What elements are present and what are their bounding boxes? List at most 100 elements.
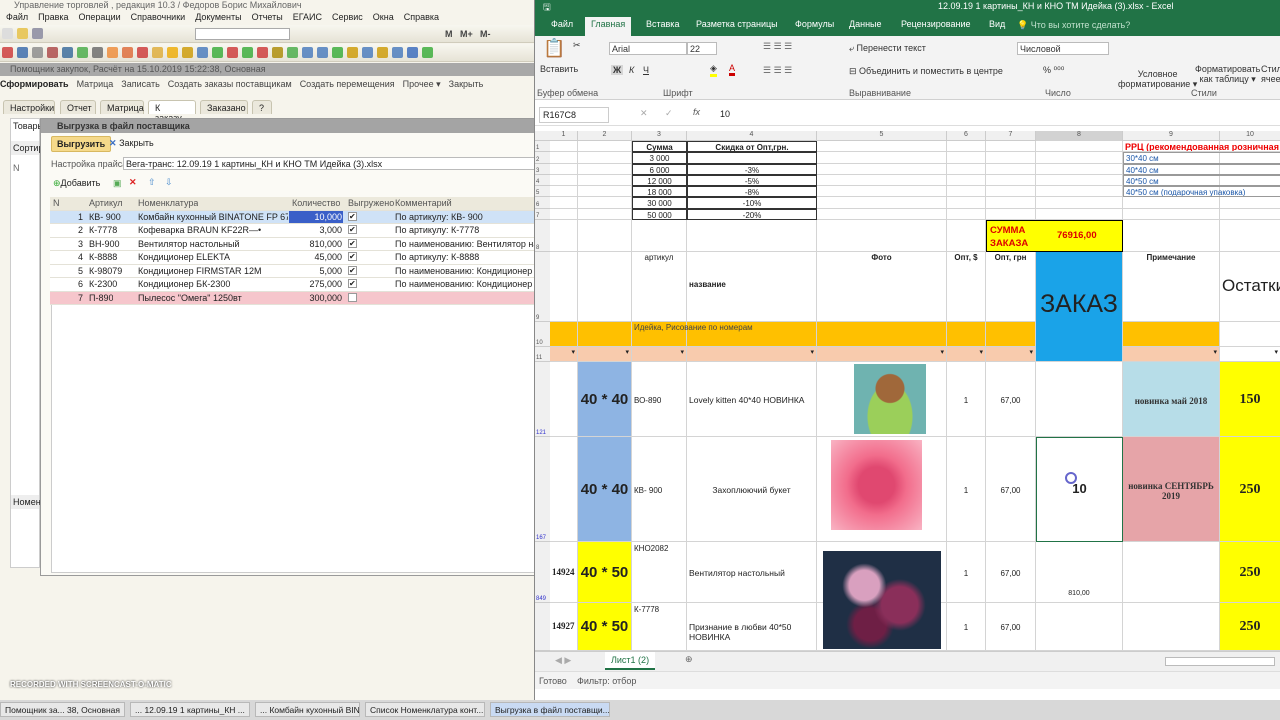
- cell[interactable]: -3%: [687, 164, 817, 175]
- cell-styles-button[interactable]: Стил ячее: [1261, 64, 1280, 84]
- uah-cell[interactable]: 67,00: [986, 362, 1036, 437]
- row-header[interactable]: 3: [535, 164, 550, 175]
- toolbar-icon[interactable]: [332, 47, 343, 58]
- column-header[interactable]: 5: [817, 131, 947, 141]
- ribbon-tab-7[interactable]: Вид: [983, 17, 1011, 36]
- usd-cell[interactable]: 1: [947, 437, 986, 542]
- stock-cell[interactable]: 150: [1220, 362, 1280, 437]
- cell[interactable]: артикул: [632, 252, 687, 322]
- format-as-table-button[interactable]: Форматировать как таблицу ▾: [1195, 64, 1260, 85]
- underline-button[interactable]: Ч: [643, 65, 649, 75]
- toolbar-icon[interactable]: [137, 47, 148, 58]
- fx-icon[interactable]: fx: [693, 107, 700, 117]
- tab-3[interactable]: К заказу: [148, 100, 196, 123]
- order-cell[interactable]: 810,00: [1036, 542, 1123, 603]
- toolbar-icon[interactable]: [182, 47, 193, 58]
- row-header[interactable]: 121: [535, 362, 550, 437]
- article-cell[interactable]: КВ- 900: [632, 437, 687, 542]
- cell[interactable]: -8%: [687, 186, 817, 197]
- cell[interactable]: название: [687, 252, 817, 322]
- toolbar-icon[interactable]: [362, 47, 373, 58]
- toolbar-icon[interactable]: [62, 47, 73, 58]
- column-header[interactable]: Выгружено: [348, 198, 394, 208]
- cell[interactable]: 3 000: [632, 152, 687, 164]
- name-cell[interactable]: Вентилятор настольный: [687, 542, 817, 603]
- table-row[interactable]: 3 ВН-900 Вентилятор настольный 810,000 ✔ По н…: [50, 237, 540, 251]
- size-cell[interactable]: 40 * 50: [578, 603, 632, 651]
- tab-1[interactable]: Отчет: [60, 100, 96, 114]
- ribbon-tab-2[interactable]: Вставка: [640, 17, 685, 36]
- filter-button[interactable]: ▾: [632, 347, 687, 362]
- id-cell[interactable]: 14924: [550, 542, 578, 603]
- delete-icon[interactable]: ✕: [129, 177, 137, 188]
- table-row[interactable]: 1 КВ- 900 Комбайн кухонный BINATONE FP 67 1…: [50, 210, 540, 224]
- note-cell[interactable]: новинка СЕНТЯБРЬ 2019: [1123, 437, 1220, 542]
- taskbar-item[interactable]: Помощник за... 38, Основная: [0, 702, 125, 717]
- rrc-title[interactable]: РРЦ (рекомендованная розничная: [1123, 141, 1280, 152]
- align-top-icon[interactable]: ☰ ☰ ☰: [763, 41, 792, 52]
- paste-button[interactable]: Вставить: [540, 64, 578, 74]
- quantity-cell[interactable]: 300,000: [289, 292, 343, 304]
- command-5[interactable]: Прочее ▾: [403, 79, 441, 89]
- cell[interactable]: -5%: [687, 175, 817, 186]
- toolbar-icon[interactable]: [407, 47, 418, 58]
- table-row[interactable]: 2 К-7778 Кофеварка BRAUN KF22R—• 3,000 ✔ По а…: [50, 224, 540, 238]
- m-minus-button[interactable]: M-: [480, 29, 491, 39]
- cell[interactable]: 30 000: [632, 197, 687, 209]
- toolbar-icon[interactable]: [122, 47, 133, 58]
- fill-color-icon[interactable]: ◈: [710, 63, 717, 77]
- taskbar-item[interactable]: Список Номенклатура конт...: [365, 702, 485, 717]
- column-header[interactable]: 9: [1123, 131, 1220, 141]
- m-plus-button[interactable]: M+: [460, 29, 473, 39]
- cell[interactable]: 6 000: [632, 164, 687, 175]
- exported-checkbox[interactable]: ✔: [348, 265, 357, 275]
- merge-button[interactable]: ⊟ Объединить и поместить в центре: [849, 66, 1003, 77]
- cut-icon[interactable]: ✂: [573, 40, 581, 51]
- uah-cell[interactable]: 67,00: [986, 542, 1036, 603]
- note-cell[interactable]: новинка май 2018: [1123, 362, 1220, 437]
- copy-icon[interactable]: ▣: [113, 178, 122, 189]
- toolbar-icon[interactable]: [167, 47, 178, 58]
- row-header[interactable]: [535, 603, 550, 651]
- enter-icon[interactable]: ✓: [665, 108, 673, 119]
- font-color-icon[interactable]: A: [729, 63, 736, 76]
- exported-checkbox[interactable]: [348, 292, 357, 302]
- order-header[interactable]: ЗАКАЗ: [1036, 252, 1123, 362]
- column-header[interactable]: 4: [687, 131, 817, 141]
- quantity-cell[interactable]: 45,000: [289, 251, 343, 263]
- menu-item[interactable]: Правка: [38, 12, 68, 22]
- toolbar-icon[interactable]: [242, 47, 253, 58]
- column-header[interactable]: Артикул: [89, 198, 123, 208]
- move-down-icon[interactable]: ⇩: [165, 177, 173, 188]
- column-header[interactable]: 1: [550, 131, 578, 141]
- onec-search-input[interactable]: [195, 28, 290, 40]
- m-button[interactable]: M: [445, 29, 453, 39]
- filter-button[interactable]: ▾: [817, 347, 947, 362]
- close-button[interactable]: ✕ Закрыть: [109, 138, 154, 149]
- size-cell[interactable]: 40 * 50: [578, 542, 632, 603]
- tell-me[interactable]: 💡 Что вы хотите сделать?: [1017, 20, 1130, 31]
- table-row[interactable]: 7 П-890 Пылесос "Омега" 1250вт 300,000: [50, 291, 540, 305]
- font-select[interactable]: Arial: [609, 42, 687, 55]
- quantity-cell[interactable]: 810,000: [289, 238, 343, 250]
- usd-cell[interactable]: 1: [947, 542, 986, 603]
- cell[interactable]: Опт, $: [947, 252, 986, 322]
- table-row[interactable]: 4 К-8888 Кондиционер ELEKTA 45,000 ✔ По артик…: [50, 251, 540, 265]
- cell[interactable]: 40*40 см: [1123, 164, 1280, 175]
- number-format-select[interactable]: Числовой: [1017, 42, 1109, 55]
- ribbon-tab-1[interactable]: Главная: [585, 17, 632, 36]
- stock-cell[interactable]: 250: [1220, 437, 1280, 542]
- uah-cell[interactable]: 67,00: [986, 437, 1036, 542]
- add-button[interactable]: ⊕Добавить: [53, 178, 100, 189]
- cell[interactable]: Сумма: [632, 141, 687, 152]
- ribbon-tab-5[interactable]: Данные: [843, 17, 888, 36]
- align-center-icon[interactable]: ☰ ☰ ☰: [763, 65, 792, 76]
- horizontal-scrollbar[interactable]: [1165, 657, 1275, 666]
- order-cell-selected[interactable]: 10: [1036, 437, 1123, 542]
- sheet-tab[interactable]: Лист1 (2): [605, 652, 656, 670]
- stock-header[interactable]: Остатки: [1220, 252, 1280, 322]
- save-icon[interactable]: 🖫: [543, 0, 551, 16]
- quantity-cell[interactable]: 3,000: [289, 224, 343, 236]
- taskbar-item[interactable]: ... 12.09.19 1 картины_КН ...: [130, 702, 250, 717]
- column-header[interactable]: 6: [947, 131, 986, 141]
